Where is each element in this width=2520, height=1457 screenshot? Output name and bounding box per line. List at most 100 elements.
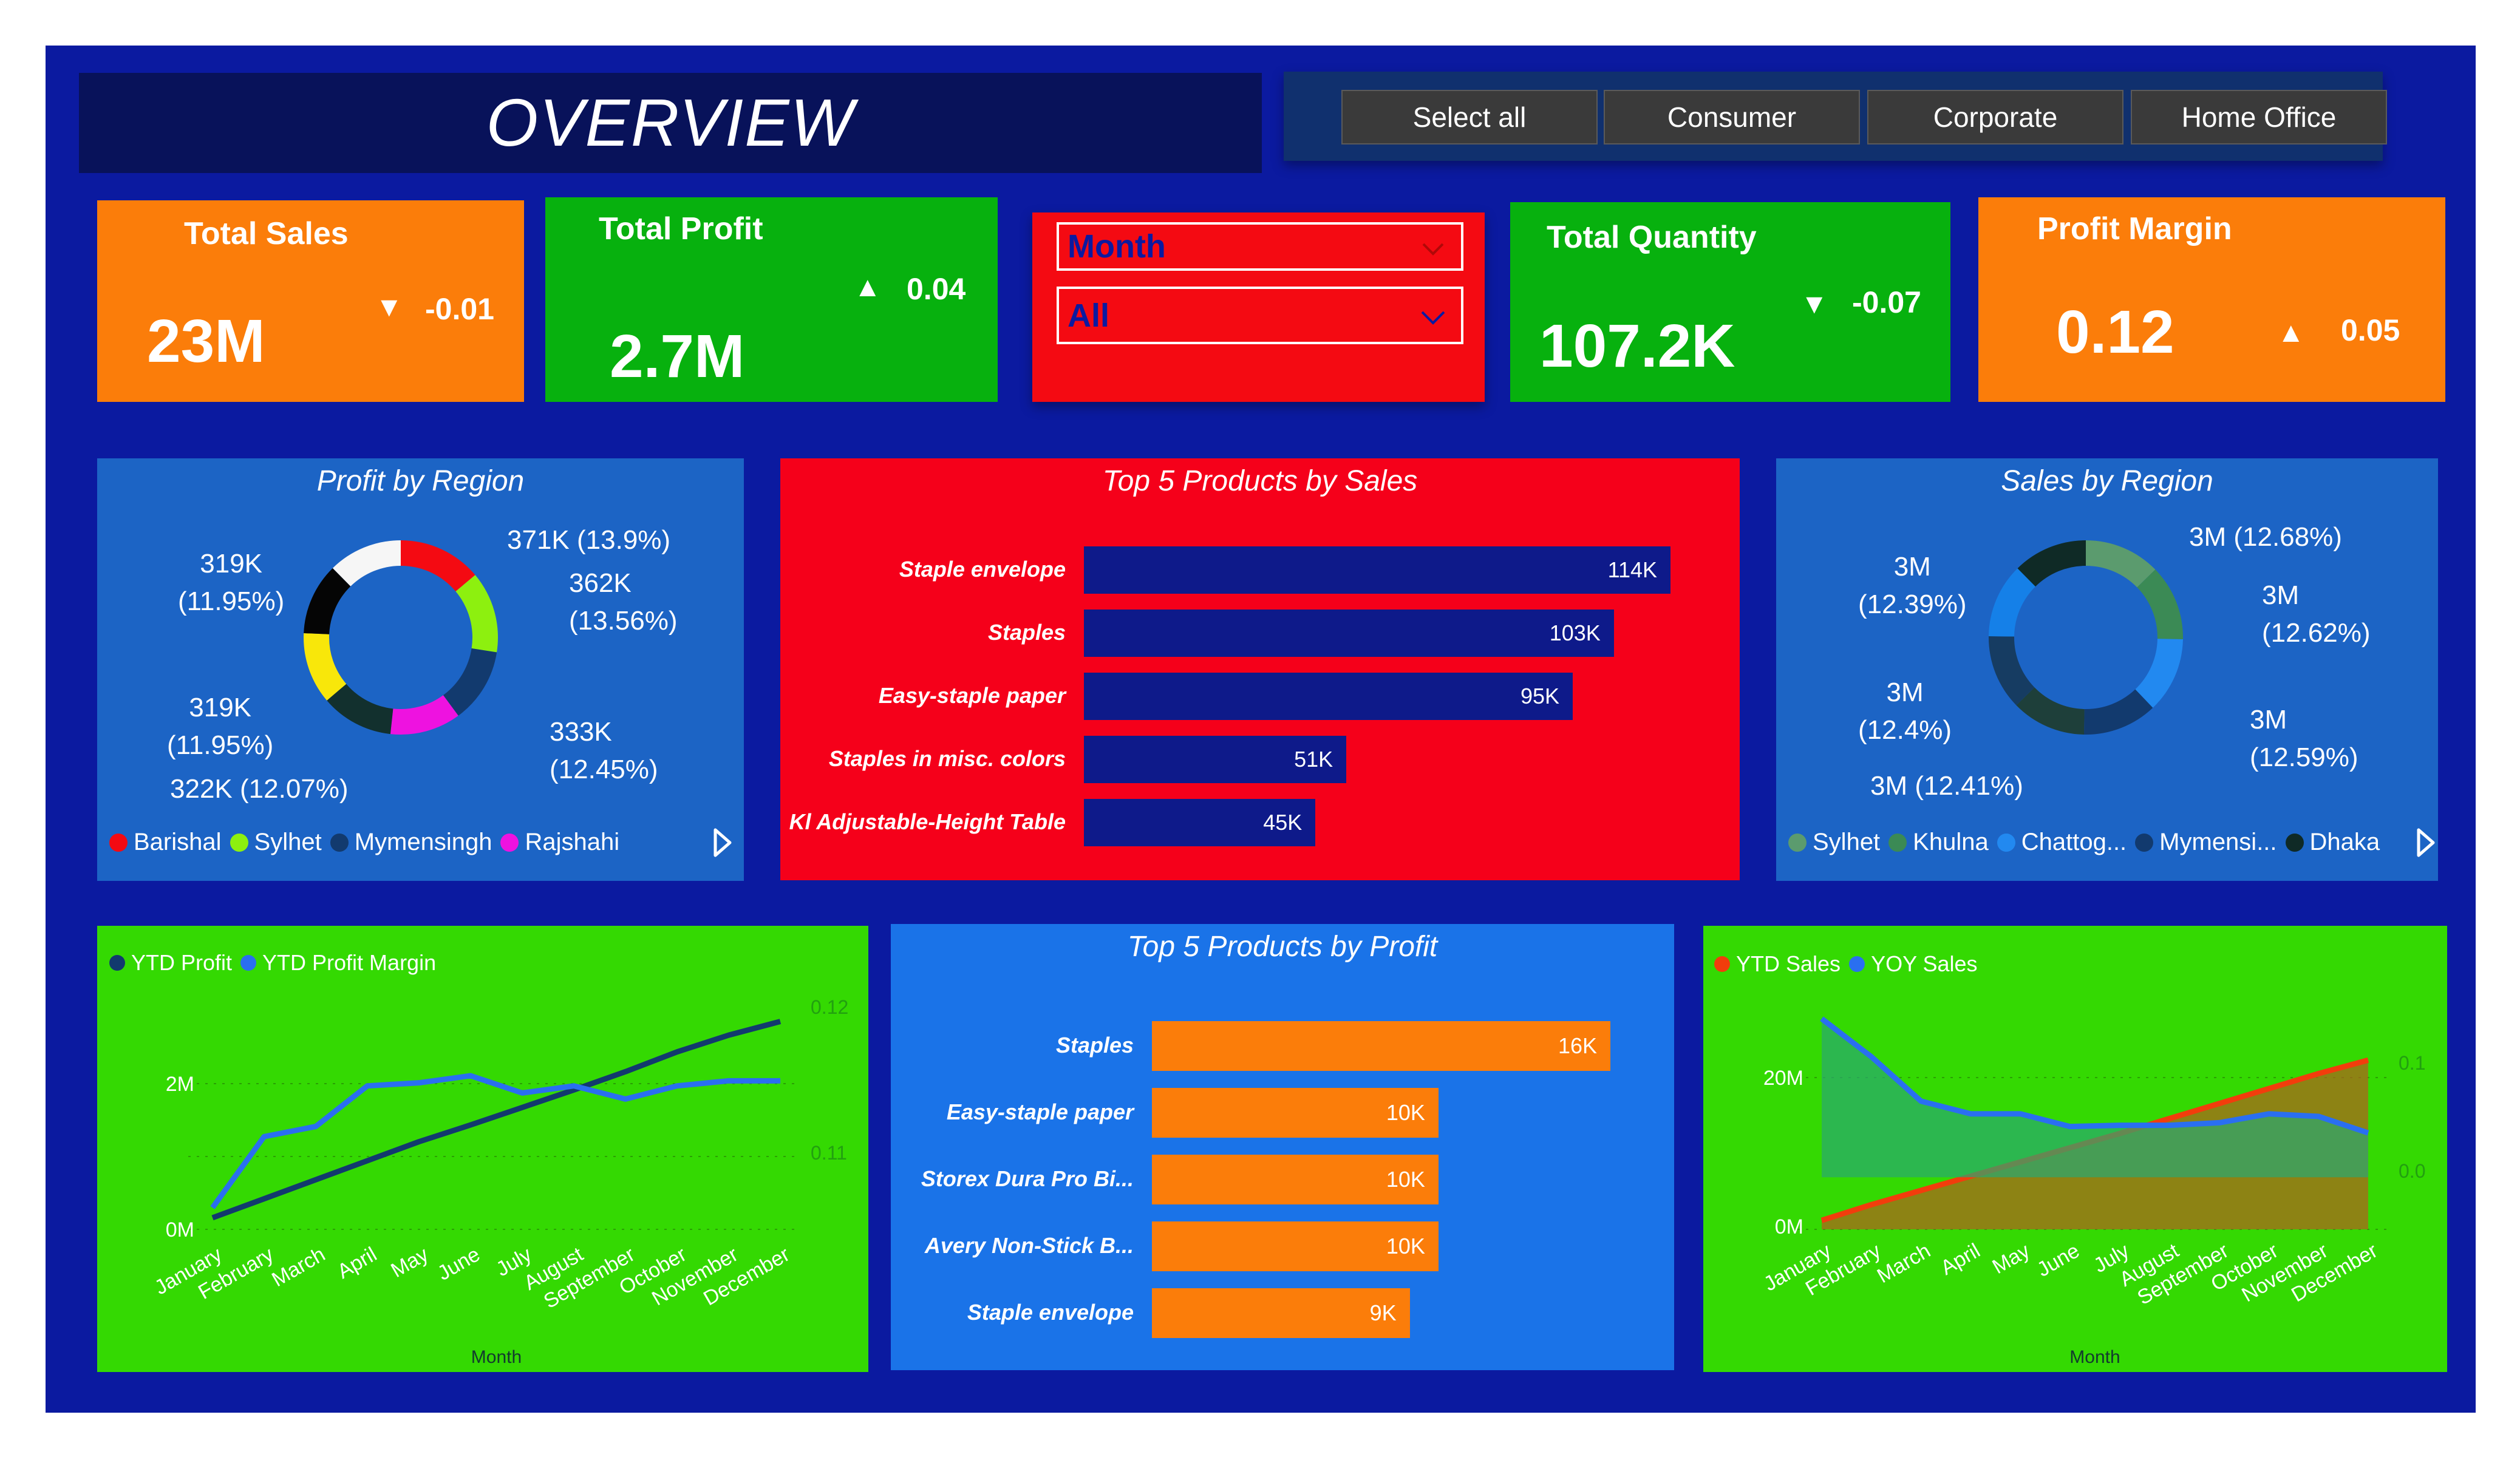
donut-slice[interactable]: [443, 648, 497, 716]
slice-label: 3M (12.41%): [1870, 771, 2023, 801]
legend-next-icon[interactable]: [2415, 827, 2437, 858]
legend-item: Rajshahi: [500, 829, 619, 856]
slice-label: 333K (12.45%): [550, 717, 658, 784]
slice-label: 3M (12.68%): [2189, 522, 2342, 552]
title-bar: OVERVIEW: [79, 73, 1262, 173]
sales-region-legend: Sylhet Khulna Chattog... Mymensi... Dhak…: [1788, 829, 2388, 856]
segment-slicer: Select all Consumer Corporate Home Offic…: [1284, 72, 2387, 161]
sales-by-region-panel: Sales by Region 3M (12.68%) 3M (12.62%) 3…: [1776, 458, 2438, 881]
sales-by-region-donut: [1989, 540, 2183, 735]
slice-label: 371K (13.9%): [507, 525, 671, 555]
profit-by-region-panel: Profit by Region 371K (13.9%) 362K (13.56…: [97, 458, 744, 881]
legend-item: Barishal: [109, 829, 222, 856]
slice-label: 362K (13.56%): [569, 568, 678, 636]
kpi-value: 2.7M: [610, 322, 745, 390]
series-line[interactable]: [211, 1019, 782, 1221]
segment-select-all-button[interactable]: Select all: [1341, 90, 1598, 144]
bar-category-label: Easy-staple paper: [878, 683, 1066, 708]
kpi-label: Profit Margin: [2037, 211, 2232, 246]
kpi-label: Total Quantity: [1547, 220, 1757, 255]
slice-label: 322K (12.07%): [170, 774, 349, 804]
x-axis-tick-label: April: [333, 1243, 381, 1283]
ytd-sales-panel: YTD Sales YOY Sales 20M 0M 0.1 0.0 January Fe…: [1703, 926, 2447, 1372]
trend-up-icon: ▲: [2277, 316, 2305, 348]
month-dropdown[interactable]: All: [1057, 287, 1463, 344]
y2-axis-tick-label: 0.11: [811, 1142, 847, 1164]
y-axis-tick-label: 0M: [166, 1218, 194, 1241]
chevron-down-icon: [1422, 243, 1444, 256]
chevron-down-icon: [1421, 311, 1445, 325]
trend-down-icon: ▼: [375, 291, 403, 322]
legend-dot: [1997, 833, 2015, 852]
kpi-value: 107.2K: [1539, 312, 1735, 380]
panel-title: Top 5 Products by Profit: [1127, 931, 1438, 963]
legend-dot: [330, 833, 349, 852]
y-axis-tick-label: 20M: [1763, 1067, 1803, 1090]
x-axis-tick-label: May: [1989, 1239, 2034, 1279]
bar-value-label: 10K: [1386, 1234, 1425, 1258]
x-axis-tick-label: April: [1937, 1239, 1984, 1280]
x-axis-tick-label: June: [2033, 1239, 2083, 1282]
bar-category-label: Staple envelope: [899, 557, 1066, 582]
kpi-label: Total Profit: [599, 211, 763, 246]
x-axis-tick-label: May: [387, 1243, 432, 1282]
month-filter-label: Month: [1068, 228, 1166, 265]
kpi-delta: -0.01: [425, 292, 494, 326]
bar-category-label: Staple envelope: [967, 1300, 1134, 1325]
bar-value-label: 114K: [1607, 557, 1657, 582]
legend-item: Mymensingh: [330, 829, 492, 856]
y-axis-tick-label: 0M: [1775, 1215, 1803, 1238]
x-axis-tick-label: March: [268, 1243, 329, 1291]
legend-dot: [109, 833, 128, 852]
profit-by-region-donut: [304, 540, 498, 735]
month-filter-card: Month All: [1032, 212, 1485, 402]
x-axis-tick-label: March: [1873, 1239, 1935, 1288]
bar-category-label: Easy-staple paper: [946, 1099, 1134, 1124]
bar-category-label: Staples in misc. colors: [828, 746, 1066, 771]
bar-category-label: Storex Dura Pro Bi...: [921, 1166, 1134, 1191]
donut-slice[interactable]: [401, 540, 475, 592]
legend-item: Sylhet: [230, 829, 322, 856]
bar-value-label: 10K: [1386, 1100, 1425, 1125]
ytd-profit-panel: YTD Profit YTD Profit Margin 2M 0M 0.12 0.1…: [97, 926, 868, 1372]
y2-axis-tick-label: 0.0: [2399, 1160, 2425, 1182]
segment-corporate-button[interactable]: Corporate: [1867, 90, 2123, 144]
bar-value-label: 95K: [1520, 684, 1559, 708]
legend-item: Sylhet: [1788, 829, 1880, 856]
profit-region-legend: Barishal Sylhet Mymensingh Rajshahi: [109, 829, 628, 856]
legend-next-icon[interactable]: [712, 827, 734, 858]
legend-dot: [1888, 833, 1907, 852]
donut-slice[interactable]: [455, 575, 498, 653]
legend-item: Khulna: [1888, 829, 1989, 856]
month-dropdown-value: All: [1068, 297, 1110, 334]
y-axis-tick-label: 2M: [166, 1073, 194, 1096]
bar-category-label: Avery Non-Stick B...: [924, 1233, 1134, 1258]
panel-title: Sales by Region: [2001, 465, 2213, 497]
kpi-delta: -0.07: [1852, 285, 1921, 319]
bar-value-label: 10K: [1386, 1167, 1425, 1192]
bar-value-label: 45K: [1263, 810, 1303, 835]
kpi-profit-margin-card: Profit Margin 0.12 ▲ 0.05: [1978, 197, 2445, 402]
page-title: OVERVIEW: [486, 86, 855, 160]
legend-dot: [2135, 833, 2154, 852]
legend-dot: [500, 833, 519, 852]
slice-label: 3M (12.59%): [2250, 705, 2358, 772]
kpi-total-sales-card: Total Sales 23M ▼ -0.01: [97, 200, 524, 402]
month-filter-header[interactable]: Month: [1057, 222, 1463, 271]
bar-value-label: 9K: [1369, 1300, 1397, 1325]
segment-home-office-button[interactable]: Home Office: [2131, 90, 2387, 144]
bar-value-label: 16K: [1558, 1033, 1597, 1058]
ytd-sales-area-chart: 20M0M0.10.0JanuaryFebruaryMarch April MayJ…: [1760, 1016, 2425, 1367]
x-axis-title: Month: [471, 1347, 522, 1367]
segment-consumer-button[interactable]: Consumer: [1604, 90, 1860, 144]
y2-axis-tick-label: 0.12: [811, 996, 848, 1018]
slice-label: 319K (11.95%): [178, 549, 285, 616]
slice-label: 3M (12.62%): [2262, 580, 2371, 648]
panel-title: Profit by Region: [316, 465, 525, 497]
ytd-profit-line-chart: 2M0M0.120.11JanuaryFebruaryMarch April May…: [151, 996, 848, 1367]
kpi-delta: 0.04: [907, 272, 966, 306]
bar-category-label: Staples: [987, 620, 1066, 645]
legend-item: Mymensi...: [2135, 829, 2277, 856]
legend-item: Chattog...: [1997, 829, 2127, 856]
top5-profit-panel: Top 5 Products by Profit Staples 16K Easy-…: [891, 924, 1674, 1370]
